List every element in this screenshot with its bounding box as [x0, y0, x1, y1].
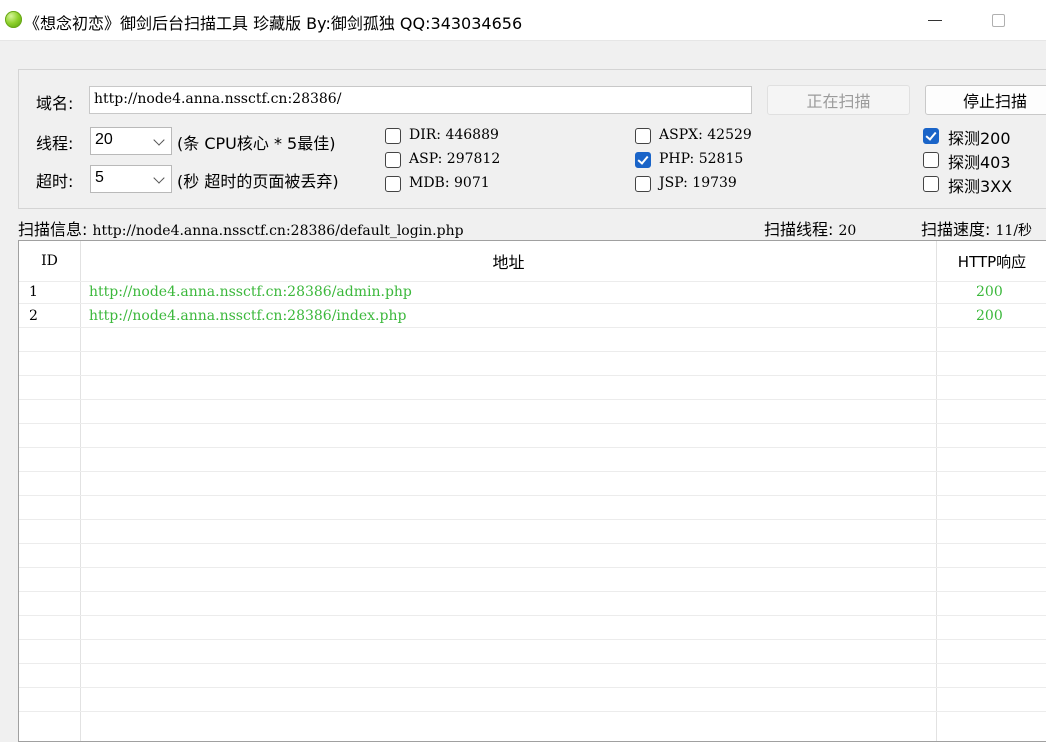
column-divider	[936, 241, 937, 741]
column-header-address[interactable]: 地址	[81, 241, 936, 281]
domain-input[interactable]: http://node4.anna.nssctf.cn:28386/	[89, 86, 752, 114]
jsp-checkbox[interactable]	[635, 176, 651, 192]
detect-403-label: 探测403	[948, 153, 1011, 172]
threads-value: 20	[95, 131, 113, 148]
row-divider	[19, 687, 1046, 688]
mdb-label: MDB: 9071	[409, 175, 490, 191]
row-divider	[19, 447, 1046, 448]
column-header-http-response[interactable]: HTTP响应	[937, 241, 1046, 281]
app-icon	[5, 11, 22, 28]
scan-speed-value: 11/秒	[995, 223, 1033, 239]
php-label: PHP: 52815	[659, 151, 744, 167]
scanning-button[interactable]: 正在扫描	[767, 85, 910, 115]
row-divider	[19, 471, 1046, 472]
row-divider	[19, 399, 1046, 400]
minimize-icon	[928, 20, 942, 21]
detect-3xx-checkbox[interactable]	[923, 176, 939, 192]
domain-label: 域名:	[36, 94, 74, 113]
aspx-checkbox[interactable]	[635, 128, 651, 144]
timeout-value: 5	[95, 169, 104, 186]
row-divider	[19, 615, 1046, 616]
mdb-checkbox[interactable]	[385, 176, 401, 192]
scan-info-label: 扫描信息:	[18, 220, 88, 239]
detect-200-label: 探测200	[948, 129, 1011, 148]
maximize-icon	[992, 14, 1005, 27]
scan-speed-label: 扫描速度:	[921, 220, 991, 239]
row-id: 1	[29, 284, 38, 300]
row-divider	[19, 663, 1046, 664]
row-divider	[19, 303, 1046, 304]
row-divider	[19, 711, 1046, 712]
results-table[interactable]: ID 地址 HTTP响应 1 http://node4.anna.nssctf.…	[18, 240, 1046, 742]
row-url: http://node4.anna.nssctf.cn:28386/admin.…	[89, 284, 412, 300]
window-title: 《想念初恋》御剑后台扫描工具 珍藏版 By:御剑孤独 QQ:343034656	[24, 14, 523, 33]
row-divider	[19, 495, 1046, 496]
column-divider	[80, 241, 81, 741]
php-checkbox[interactable]	[635, 152, 651, 168]
timeout-hint: (秒 超时的页面被丢弃)	[177, 172, 339, 191]
scan-threads-label: 扫描线程:	[764, 220, 834, 239]
scan-speed: 扫描速度: 11/秒	[921, 216, 1032, 240]
threads-hint: (条 CPU核心 * 5最佳)	[177, 134, 336, 153]
timeout-label: 超时:	[36, 172, 74, 191]
column-header-id[interactable]: ID	[19, 241, 80, 281]
row-divider	[19, 591, 1046, 592]
minimize-button[interactable]	[906, 0, 952, 40]
row-divider	[19, 375, 1046, 376]
scan-info-value: http://node4.anna.nssctf.cn:28386/defaul…	[92, 223, 464, 239]
row-divider	[19, 639, 1046, 640]
detect-3xx-label: 探测3XX	[948, 177, 1013, 196]
detect-403-checkbox[interactable]	[923, 152, 939, 168]
timeout-select[interactable]: 5	[90, 165, 172, 193]
aspx-label: ASPX: 42529	[659, 127, 752, 143]
row-divider	[19, 543, 1046, 544]
row-url: http://node4.anna.nssctf.cn:28386/index.…	[89, 308, 407, 324]
asp-checkbox[interactable]	[385, 152, 401, 168]
row-divider	[19, 519, 1046, 520]
row-divider	[19, 327, 1046, 328]
scan-threads: 扫描线程: 20	[764, 216, 856, 240]
detect-200-checkbox[interactable]	[923, 128, 939, 144]
row-divider	[19, 351, 1046, 352]
chevron-down-icon	[153, 172, 165, 184]
jsp-label: JSP: 19739	[659, 175, 737, 191]
asp-label: ASP: 297812	[409, 151, 501, 167]
row-http-code: 200	[976, 308, 1003, 324]
threads-label: 线程:	[36, 134, 74, 153]
dir-label: DIR: 446889	[409, 127, 499, 143]
chevron-down-icon	[153, 134, 165, 146]
row-divider	[19, 281, 1046, 282]
row-http-code: 200	[976, 284, 1003, 300]
scan-threads-value: 20	[838, 223, 857, 239]
maximize-button[interactable]	[976, 0, 1022, 40]
stop-scan-button[interactable]: 停止扫描	[925, 85, 1046, 115]
title-bar: 《想念初恋》御剑后台扫描工具 珍藏版 By:御剑孤独 QQ:343034656	[0, 0, 1046, 41]
scan-info: 扫描信息: http://node4.anna.nssctf.cn:28386/…	[18, 216, 464, 240]
dir-checkbox[interactable]	[385, 128, 401, 144]
row-divider	[19, 567, 1046, 568]
row-id: 2	[29, 308, 38, 324]
threads-select[interactable]: 20	[90, 127, 172, 155]
row-divider	[19, 423, 1046, 424]
